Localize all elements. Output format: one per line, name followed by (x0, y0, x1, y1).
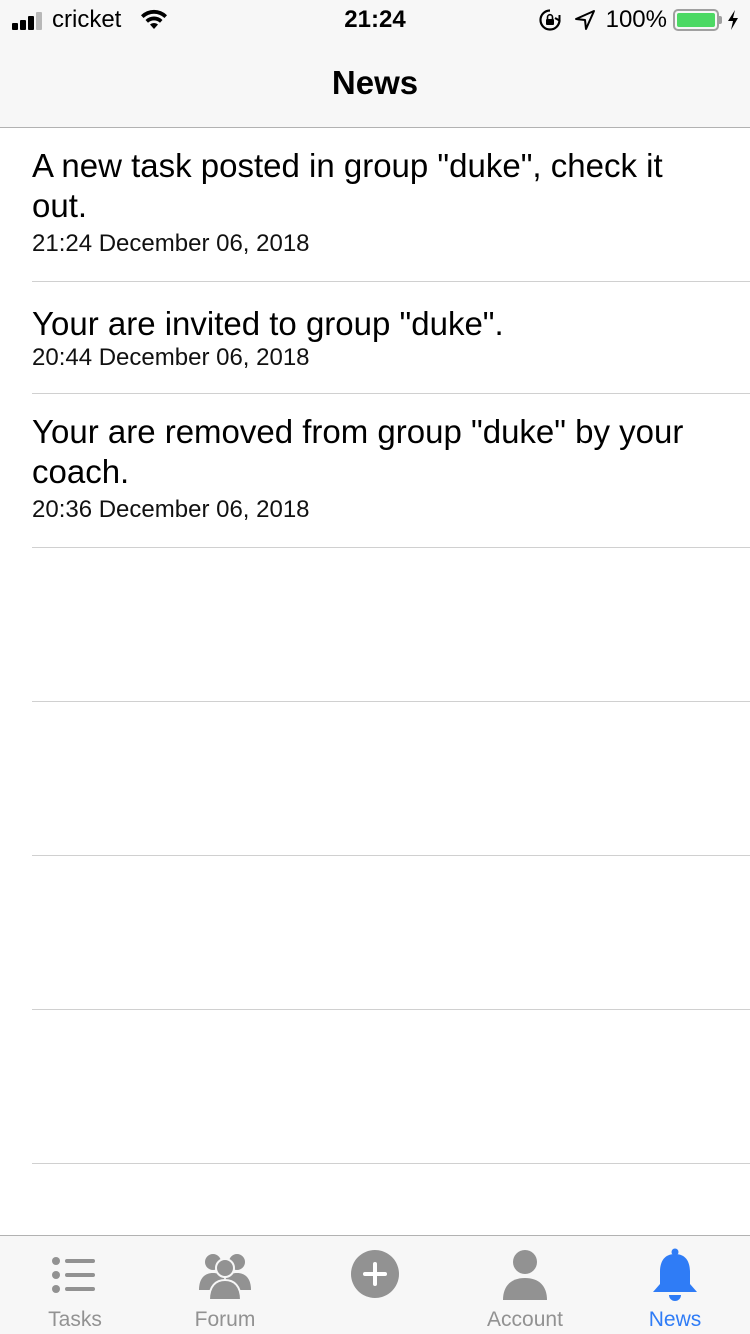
bell-icon (653, 1248, 697, 1301)
battery-icon (673, 9, 719, 31)
tab-bar: Tasks Forum Account News (0, 1235, 750, 1334)
charging-bolt-icon (728, 10, 738, 30)
empty-row-separator (32, 1010, 750, 1164)
battery-fill (677, 13, 715, 27)
status-bar: cricket 21:24 100% (0, 0, 750, 40)
tab-label: News (648, 1308, 702, 1331)
news-timestamp: 20:44 December 06, 2018 (32, 344, 310, 371)
news-message: Your are removed from group "duke" by yo… (32, 413, 684, 490)
people-icon (199, 1254, 251, 1301)
tab-label: Forum (194, 1308, 256, 1331)
status-right-group: 100% (538, 6, 740, 34)
news-timestamp: 21:24 December 06, 2018 (32, 230, 310, 257)
news-message: Your are invited to group "duke". (32, 305, 504, 342)
tab-account[interactable]: Account (450, 1236, 600, 1334)
tab-news[interactable]: News (600, 1236, 750, 1334)
news-timestamp: 20:36 December 06, 2018 (32, 496, 310, 523)
news-screen: cricket 21:24 100% News A new task poste… (0, 0, 750, 1334)
page-title: News (331, 64, 419, 101)
empty-row-separator (32, 548, 750, 702)
tab-add[interactable] (300, 1236, 450, 1334)
location-arrow-icon (574, 10, 595, 30)
person-icon (503, 1250, 547, 1300)
news-item[interactable]: A new task posted in group "duke", check… (32, 128, 750, 282)
battery-percent: 100% (605, 6, 667, 33)
empty-row-separator (32, 702, 750, 856)
news-item[interactable]: Your are invited to group "duke". 20:44 … (32, 282, 750, 394)
tab-forum[interactable]: Forum (150, 1236, 300, 1334)
tab-tasks[interactable]: Tasks (0, 1236, 150, 1334)
news-list[interactable]: A new task posted in group "duke", check… (0, 128, 750, 1164)
rotation-lock-icon (539, 9, 561, 31)
list-icon (52, 1257, 95, 1293)
news-message: A new task posted in group "duke", check… (32, 147, 663, 224)
empty-row-separator (32, 856, 750, 1010)
battery-tip (719, 16, 722, 24)
tab-label: Account (487, 1308, 563, 1331)
tab-label: Tasks (48, 1308, 102, 1331)
news-item[interactable]: Your are removed from group "duke" by yo… (32, 394, 750, 548)
navigation-bar: News (0, 40, 750, 128)
plus-circle-icon (351, 1250, 399, 1298)
